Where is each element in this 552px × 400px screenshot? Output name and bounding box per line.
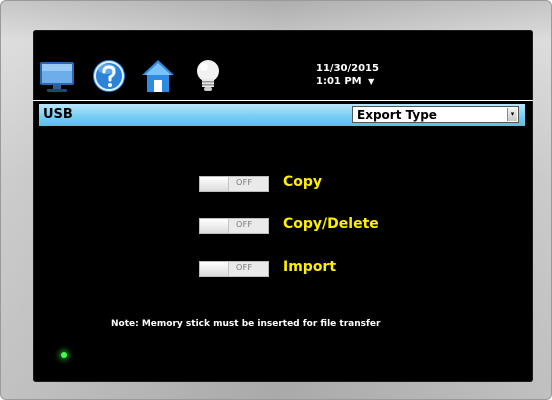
copy-delete-label: Copy/Delete [283, 216, 379, 232]
copy-toggle[interactable]: OFF [199, 176, 269, 192]
page-title: USB [43, 107, 73, 122]
status-led-icon [61, 352, 67, 358]
toggle-state-text: OFF [236, 178, 253, 187]
monitor-icon[interactable] [38, 57, 76, 95]
date-text: 11/30/2015 [316, 63, 379, 74]
select-arrow-icon[interactable]: ▾ [507, 108, 517, 121]
copy-delete-option-row: OFF Copy/Delete [199, 216, 439, 238]
display-screen: 11/30/2015 1:01 PM ▼ USB Export Type ▾ O… [33, 30, 533, 382]
lightbulb-icon[interactable] [189, 57, 227, 95]
home-icon[interactable] [139, 57, 177, 95]
chevron-down-icon[interactable]: ▼ [368, 77, 374, 86]
toggle-knob [200, 177, 229, 191]
copy-delete-toggle[interactable]: OFF [199, 218, 269, 234]
time-row: 1:01 PM ▼ [316, 75, 379, 88]
export-type-label: Export Type [357, 108, 437, 122]
import-label: Import [283, 259, 337, 275]
import-toggle[interactable]: OFF [199, 261, 269, 277]
header-divider [33, 100, 533, 101]
toggle-knob [200, 262, 229, 276]
top-icon-bar: 11/30/2015 1:01 PM ▼ [33, 30, 533, 100]
datetime-display[interactable]: 11/30/2015 1:01 PM ▼ [316, 62, 379, 88]
export-type-select[interactable]: Export Type ▾ [352, 106, 519, 123]
toggle-state-text: OFF [236, 263, 253, 272]
help-icon[interactable] [90, 57, 128, 95]
copy-label: Copy [283, 174, 323, 190]
copy-option-row: OFF Copy [199, 174, 439, 196]
import-option-row: OFF Import [199, 259, 439, 281]
usb-header-bar: USB Export Type ▾ [39, 104, 525, 126]
memory-stick-note: Note: Memory stick must be inserted for … [111, 319, 381, 329]
time-text: 1:01 PM [316, 76, 362, 87]
toggle-state-text: OFF [236, 220, 253, 229]
toggle-knob [200, 219, 229, 233]
